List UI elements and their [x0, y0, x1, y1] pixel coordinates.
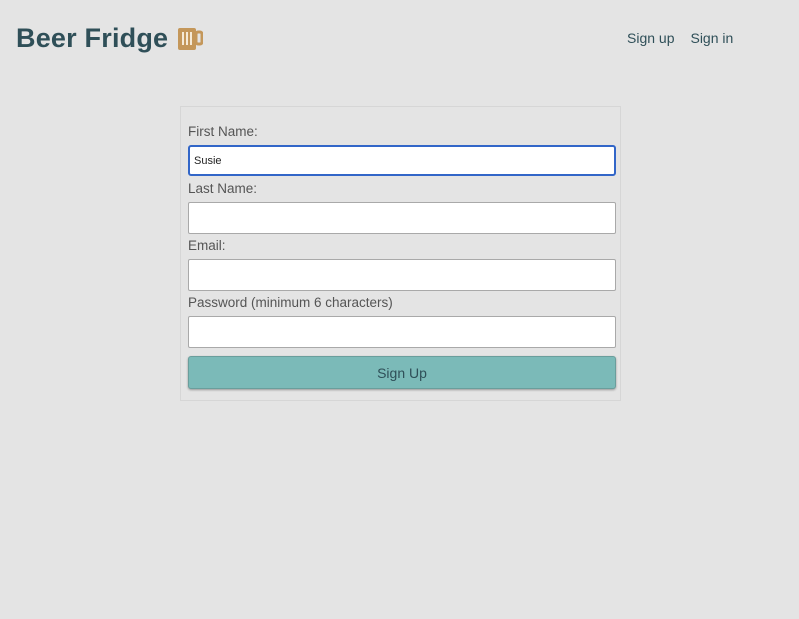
password-field[interactable] [188, 316, 616, 348]
email-label: Email: [188, 238, 226, 253]
email-field[interactable] [188, 259, 616, 291]
app-title: Beer Fridge [16, 23, 169, 53]
beer-mug-icon [178, 26, 204, 50]
signup-form: First Name: Last Name: Email: Password (… [180, 106, 621, 401]
last-name-field[interactable] [188, 202, 616, 234]
password-label: Password (minimum 6 characters) [188, 295, 393, 310]
first-name-field[interactable] [188, 145, 616, 176]
brand: Beer Fridge [16, 22, 204, 54]
first-name-label: First Name: [188, 124, 258, 139]
sign-up-button[interactable]: Sign Up [188, 356, 616, 389]
top-nav: Sign up Sign in [627, 30, 733, 46]
nav-sign-in-link[interactable]: Sign in [690, 30, 733, 46]
last-name-label: Last Name: [188, 181, 258, 196]
nav-sign-up-link[interactable]: Sign up [627, 30, 674, 46]
